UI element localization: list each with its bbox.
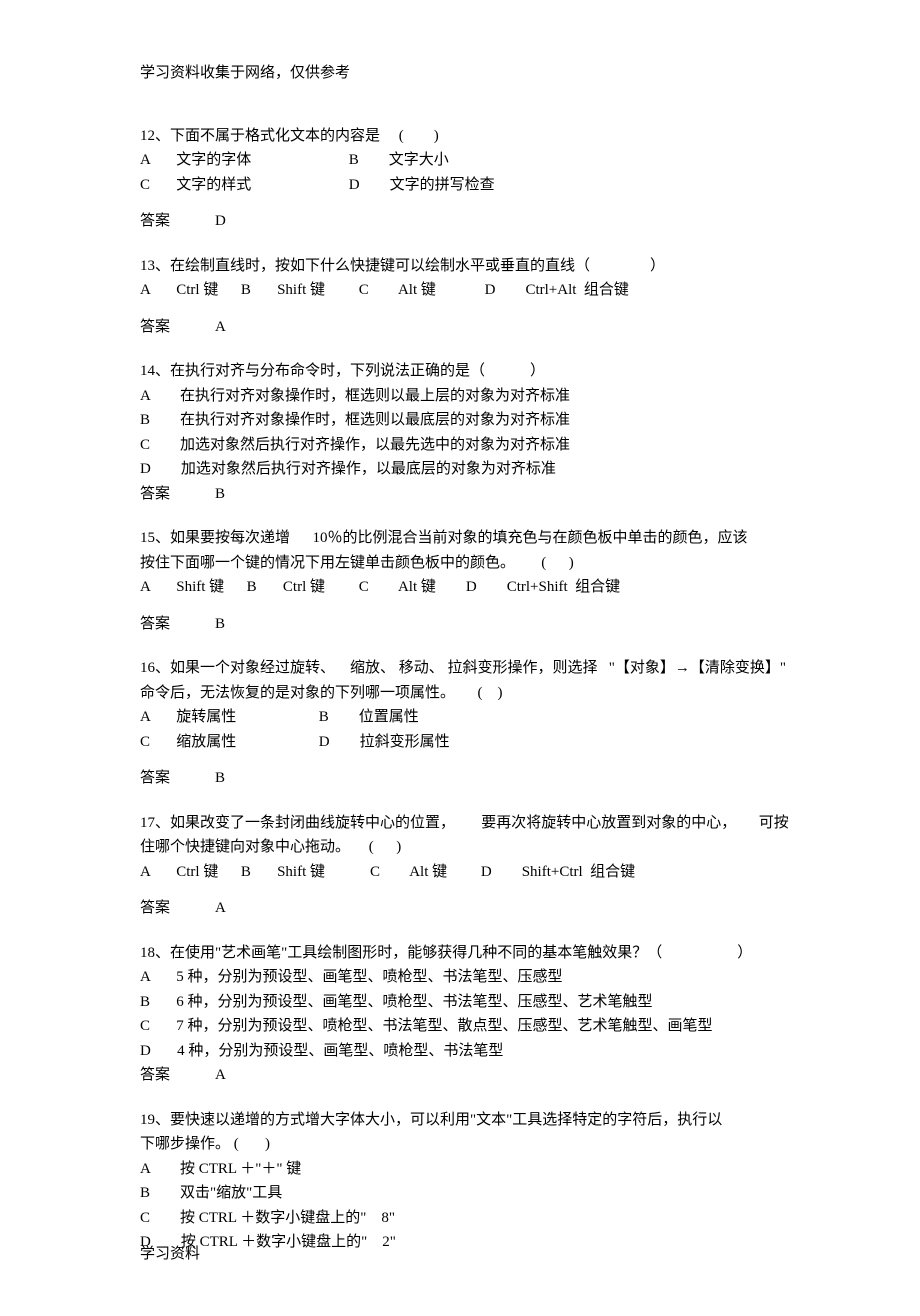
question-stem: 14、在执行对齐与分布命令时，下列说法正确的是（ ） xyxy=(140,360,780,383)
question-answer: 答案 B xyxy=(140,483,780,506)
question-option: A 旋转属性 B 位置属性 xyxy=(140,706,780,729)
footer-note: 学习资料 xyxy=(140,1243,200,1266)
question-answer: 答案 A xyxy=(140,316,780,339)
question-option: B 在执行对齐对象操作时，框选则以最底层的对象为对齐标准 xyxy=(140,409,780,432)
question-block: 12、下面不属于格式化文本的内容是 ( )A 文字的字体 B 文字大小C 文字的… xyxy=(140,125,780,233)
question-option: B 6 种，分别为预设型、画笔型、喷枪型、书法笔型、压感型、艺术笔触型 xyxy=(140,991,780,1014)
question-option: A 按 CTRL ＋"＋" 键 xyxy=(140,1158,780,1181)
question-stem: 18、在使用"艺术画笔"工具绘制图形时，能够获得几种不同的基本笔触效果？（ ） xyxy=(140,942,780,965)
question-stem: 15、如果要按每次递增 10％的比例混合当前对象的填充色与在颜色板中单击的颜色，… xyxy=(140,527,780,550)
question-stem-extra: 下哪步操作。 ( ) xyxy=(140,1133,780,1156)
question-stem: 16、如果一个对象经过旋转、 缩放、 移动、 拉斜变形操作，则选择 "【对象】→… xyxy=(140,657,780,680)
question-answer: 答案 B xyxy=(140,613,780,636)
header-note: 学习资料收集于网络，仅供参考 xyxy=(140,62,780,85)
question-option: C 按 CTRL ＋数字小键盘上的" 8" xyxy=(140,1207,780,1230)
question-stem-extra: 按住下面哪一个键的情况下用左键单击颜色板中的颜色。 ( ) xyxy=(140,552,780,575)
question-option: B 双击"缩放"工具 xyxy=(140,1182,780,1205)
question-stem: 19、要快速以递增的方式增大字体大小，可以利用"文本"工具选择特定的字符后，执行… xyxy=(140,1109,780,1132)
question-block: 18、在使用"艺术画笔"工具绘制图形时，能够获得几种不同的基本笔触效果？（ ）A… xyxy=(140,942,780,1087)
question-option: A Shift 键 B Ctrl 键 C Alt 键 D Ctrl+Shift … xyxy=(140,576,780,599)
question-block: 15、如果要按每次递增 10％的比例混合当前对象的填充色与在颜色板中单击的颜色，… xyxy=(140,527,780,635)
question-option: A Ctrl 键 B Shift 键 C Alt 键 D Shift+Ctrl … xyxy=(140,861,780,884)
question-stem: 13、在绘制直线时，按如下什么快捷键可以绘制水平或垂直的直线（ ） xyxy=(140,255,780,278)
question-answer: 答案 B xyxy=(140,767,780,790)
question-block: 13、在绘制直线时，按如下什么快捷键可以绘制水平或垂直的直线（ ）A Ctrl … xyxy=(140,255,780,339)
question-answer: 答案 D xyxy=(140,210,780,233)
question-option: C 加选对象然后执行对齐操作，以最先选中的对象为对齐标准 xyxy=(140,434,780,457)
question-option: D 加选对象然后执行对齐操作，以最底层的对象为对齐标准 xyxy=(140,458,780,481)
question-block: 14、在执行对齐与分布命令时，下列说法正确的是（ ）A 在执行对齐对象操作时，框… xyxy=(140,360,780,505)
question-option: D 4 种，分别为预设型、画笔型、喷枪型、书法笔型 xyxy=(140,1040,780,1063)
question-block: 17、如果改变了一条封闭曲线旋转中心的位置， 要再次将旋转中心放置到对象的中心，… xyxy=(140,812,780,920)
question-option: C 缩放属性 D 拉斜变形属性 xyxy=(140,731,780,754)
question-block: 16、如果一个对象经过旋转、 缩放、 移动、 拉斜变形操作，则选择 "【对象】→… xyxy=(140,657,780,790)
question-option: A 文字的字体 B 文字大小 xyxy=(140,149,780,172)
question-option: D 按 CTRL ＋数字小键盘上的" 2" xyxy=(140,1231,780,1254)
question-stem: 12、下面不属于格式化文本的内容是 ( ) xyxy=(140,125,780,148)
question-option: C 7 种，分别为预设型、喷枪型、书法笔型、散点型、压感型、艺术笔触型、画笔型 xyxy=(140,1015,780,1038)
question-answer: 答案 A xyxy=(140,897,780,920)
question-stem-extra: 住哪个快捷键向对象中心拖动。 ( ) xyxy=(140,836,780,859)
document-page: 学习资料收集于网络，仅供参考 12、下面不属于格式化文本的内容是 ( )A 文字… xyxy=(0,0,920,1316)
questions-container: 12、下面不属于格式化文本的内容是 ( )A 文字的字体 B 文字大小C 文字的… xyxy=(140,125,780,1254)
question-option: A 5 种，分别为预设型、画笔型、喷枪型、书法笔型、压感型 xyxy=(140,966,780,989)
question-option: A Ctrl 键 B Shift 键 C Alt 键 D Ctrl+Alt 组合… xyxy=(140,279,780,302)
question-stem-extra: 命令后，无法恢复的是对象的下列哪一项属性。 ( ) xyxy=(140,682,780,705)
question-block: 19、要快速以递增的方式增大字体大小，可以利用"文本"工具选择特定的字符后，执行… xyxy=(140,1109,780,1254)
question-option: C 文字的样式 D 文字的拼写检查 xyxy=(140,174,780,197)
question-stem: 17、如果改变了一条封闭曲线旋转中心的位置， 要再次将旋转中心放置到对象的中心，… xyxy=(140,812,780,835)
question-option: A 在执行对齐对象操作时，框选则以最上层的对象为对齐标准 xyxy=(140,385,780,408)
question-answer: 答案 A xyxy=(140,1064,780,1087)
